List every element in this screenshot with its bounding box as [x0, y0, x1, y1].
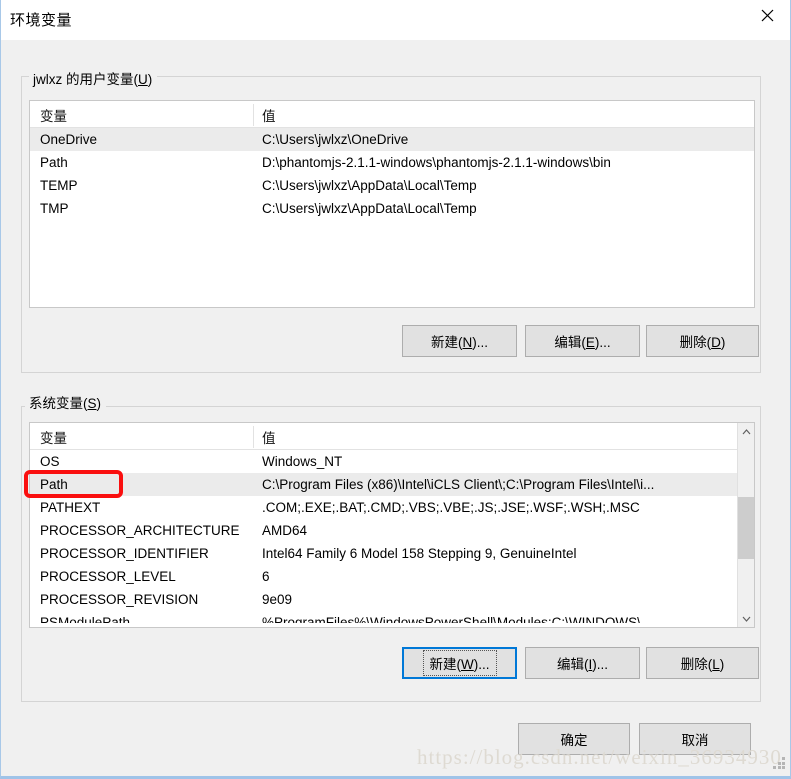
- variable-value-cell: Intel64 Family 6 Model 158 Stepping 9, G…: [262, 546, 577, 561]
- variable-value-cell: AMD64: [262, 523, 308, 538]
- variable-value-cell: C:\Program Files (x86)\Intel\iCLS Client…: [262, 477, 655, 492]
- user-delete-button-suffix: ): [720, 335, 726, 350]
- variable-name-cell: PROCESSOR_ARCHITECTURE: [40, 523, 240, 538]
- close-icon[interactable]: [744, 0, 790, 30]
- variable-name-cell: OS: [40, 454, 60, 469]
- system-variables-list-header: 变量 值: [30, 423, 754, 450]
- table-row[interactable]: PROCESSOR_ARCHITECTURE AMD64: [30, 519, 754, 542]
- system-delete-button-accel: L: [712, 657, 720, 672]
- user-variables-legend-prefix: jwlxz 的用户变量(: [33, 72, 138, 87]
- user-new-button-accel: N: [462, 335, 473, 350]
- system-delete-button-prefix: 删除(: [680, 657, 713, 672]
- system-edit-button[interactable]: 编辑(I)...: [525, 647, 640, 679]
- column-header-variable[interactable]: 变量: [40, 105, 67, 125]
- table-row[interactable]: OneDrive C:\Users\jwlxz\OneDrive: [30, 128, 754, 151]
- user-new-button-prefix: 新建(: [431, 335, 463, 350]
- user-variables-legend-suffix: ): [147, 72, 153, 87]
- user-edit-button-accel: E: [585, 335, 595, 350]
- page-title: 环境变量: [10, 12, 73, 29]
- user-variables-list-header: 变量 值: [30, 101, 754, 128]
- system-variables-legend-suffix: ): [96, 396, 102, 411]
- table-row[interactable]: PATHEXT .COM;.EXE;.BAT;.CMD;.VBS;.VBE;.JS…: [30, 496, 754, 519]
- system-variables-legend-accel: S: [87, 396, 97, 411]
- variable-name-cell: PROCESSOR_IDENTIFIER: [40, 546, 209, 561]
- table-row[interactable]: Path C:\Program Files (x86)\Intel\iCLS Cl…: [30, 473, 754, 496]
- variable-value-cell: %ProgramFiles%\WindowsPowerShell\Modules…: [262, 615, 641, 623]
- variable-value-cell: Windows_NT: [262, 454, 343, 469]
- user-new-button[interactable]: 新建(N)...: [402, 325, 517, 357]
- user-new-button-suffix: )...: [472, 335, 488, 350]
- system-edit-button-suffix: )...: [592, 657, 608, 672]
- scroll-down-icon[interactable]: [738, 610, 754, 627]
- user-variables-rows: OneDrive C:\Users\jwlxz\OneDrive Path D:\ph…: [30, 128, 754, 220]
- variable-name-cell: PATHEXT: [40, 500, 101, 515]
- system-variables-legend: 系统变量(S): [25, 392, 107, 412]
- user-edit-button-suffix: )...: [594, 335, 611, 350]
- table-row[interactable]: PROCESSOR_IDENTIFIER Intel64 Family 6 Mod…: [30, 542, 754, 565]
- user-edit-button[interactable]: 编辑(E)...: [525, 325, 640, 357]
- column-divider: [253, 426, 254, 448]
- chevron-down-glyph: [742, 616, 750, 622]
- system-new-button-accel: W: [461, 657, 474, 672]
- variable-name-cell: OneDrive: [40, 132, 98, 147]
- system-new-button[interactable]: 新建(W)...: [402, 647, 517, 679]
- column-header-variable[interactable]: 变量: [40, 427, 67, 447]
- column-header-value[interactable]: 值: [262, 427, 276, 447]
- user-delete-button-accel: D: [711, 335, 721, 350]
- system-variables-rows: OS Windows_NT Path C:\Program Files (x86)\I…: [30, 450, 754, 623]
- variable-name-cell: PSModulePath: [40, 615, 131, 623]
- chevron-up-glyph: [742, 428, 750, 434]
- user-delete-button[interactable]: 删除(D): [646, 325, 759, 357]
- variable-name-cell: PROCESSOR_REVISION: [40, 592, 199, 607]
- variable-name-cell: PROCESSOR_LEVEL: [40, 569, 176, 584]
- scroll-up-icon[interactable]: [738, 423, 754, 440]
- variable-value-cell: 9e09: [262, 592, 293, 607]
- variable-value-cell: C:\Users\jwlxz\OneDrive: [262, 132, 409, 147]
- user-delete-button-prefix: 删除(: [679, 335, 712, 350]
- variable-value-cell: D:\phantomjs-2.1.1-windows\phantomjs-2.1…: [262, 155, 611, 170]
- variable-name-cell: TMP: [40, 201, 69, 216]
- system-variables-legend-prefix: 系统变量(: [29, 396, 88, 411]
- system-new-button-suffix: )...: [473, 657, 490, 672]
- system-new-button-prefix: 新建(: [429, 657, 462, 672]
- variable-value-cell: C:\Users\jwlxz\AppData\Local\Temp: [262, 201, 477, 216]
- title-bar: 环境变量: [1, 0, 790, 40]
- system-delete-button-suffix: ): [719, 657, 725, 672]
- variable-name-cell: Path: [40, 477, 68, 492]
- column-header-value[interactable]: 值: [262, 105, 276, 125]
- environment-variables-dialog: 环境变量 jwlxz 的用户变量(U) 变量 值 OneDrive C:\User…: [0, 0, 791, 779]
- user-edit-button-prefix: 编辑(: [554, 335, 586, 350]
- table-row[interactable]: PROCESSOR_REVISION 9e09: [30, 588, 754, 611]
- table-row[interactable]: OS Windows_NT: [30, 450, 754, 473]
- user-variables-legend: jwlxz 的用户变量(U): [29, 68, 158, 88]
- close-glyph: [761, 9, 773, 21]
- table-row[interactable]: Path D:\phantomjs-2.1.1-windows\phantomjs…: [30, 151, 754, 174]
- system-variables-list[interactable]: 变量 值 OS Windows_NT Path C:\Program Files (x…: [29, 422, 755, 628]
- variable-value-cell: C:\Users\jwlxz\AppData\Local\Temp: [262, 178, 477, 193]
- user-variables-list[interactable]: 变量 值 OneDrive C:\Users\jwlxz\OneDrive Path…: [29, 100, 755, 308]
- variable-name-cell: TEMP: [40, 178, 78, 193]
- system-delete-button[interactable]: 删除(L): [646, 647, 759, 679]
- resize-grip[interactable]: [773, 757, 785, 769]
- table-row[interactable]: TMP C:\Users\jwlxz\AppData\Local\Temp: [30, 197, 754, 220]
- user-variables-legend-accel: U: [138, 72, 148, 87]
- table-row[interactable]: PSModulePath %ProgramFiles%\WindowsPowerS…: [30, 611, 754, 623]
- column-divider: [253, 104, 254, 126]
- variable-value-cell: .COM;.EXE;.BAT;.CMD;.VBS;.VBE;.JS;.JSE;.…: [262, 500, 640, 515]
- scrollbar-thumb[interactable]: [738, 497, 754, 559]
- table-row[interactable]: TEMP C:\Users\jwlxz\AppData\Local\Temp: [30, 174, 754, 197]
- variable-name-cell: Path: [40, 155, 68, 170]
- table-row[interactable]: PROCESSOR_LEVEL 6: [30, 565, 754, 588]
- system-edit-button-prefix: 编辑(: [556, 657, 589, 672]
- variable-value-cell: 6: [262, 569, 270, 584]
- system-variables-scrollbar[interactable]: [737, 423, 754, 627]
- watermark-text: https://blog.csdn.net/weixin_36934930: [417, 745, 782, 769]
